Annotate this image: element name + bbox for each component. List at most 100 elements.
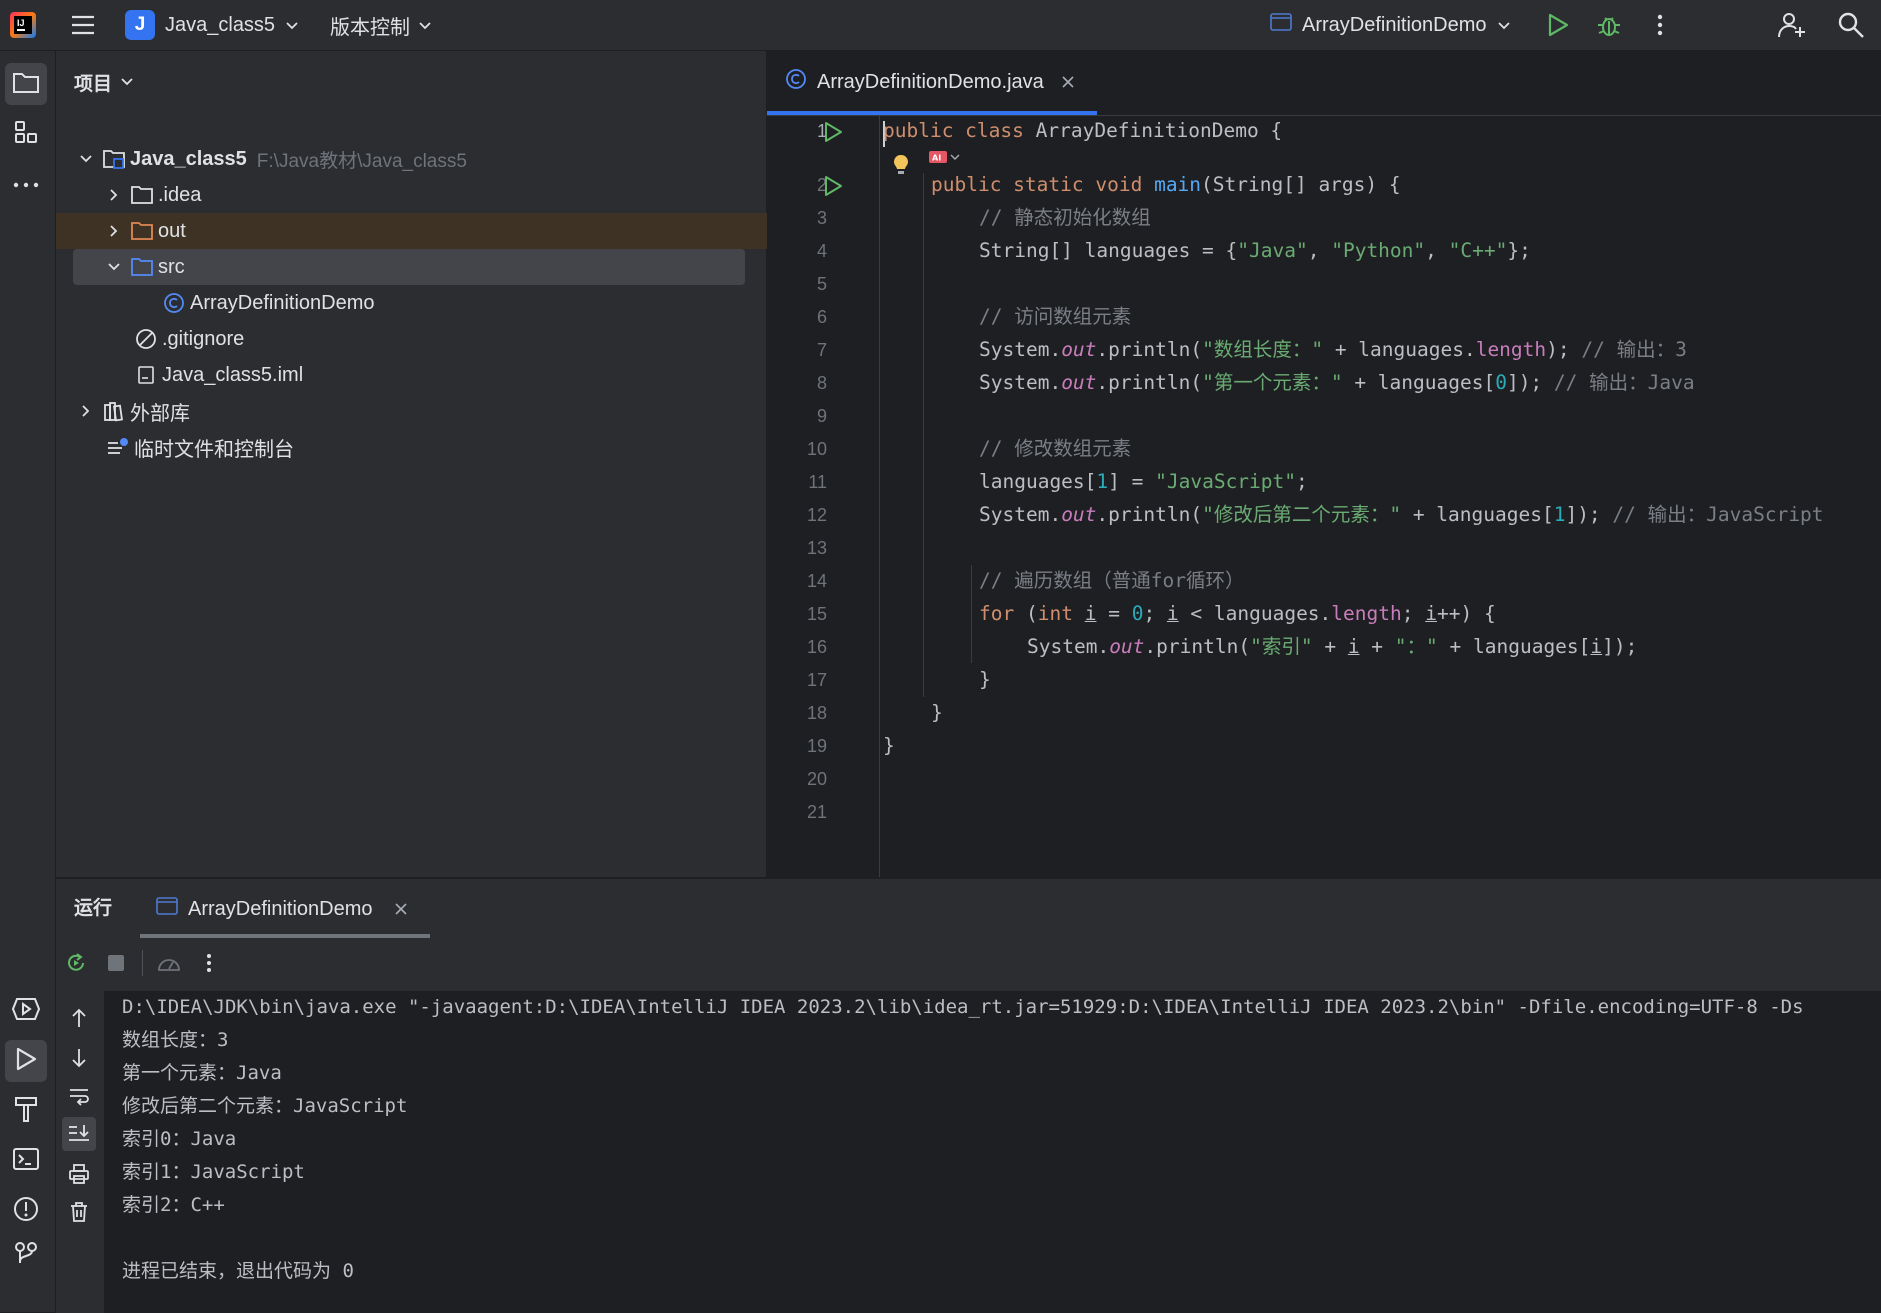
git-tool-button[interactable] — [5, 1240, 47, 1270]
print-icon[interactable] — [62, 1157, 96, 1191]
tree-item-out[interactable]: out — [56, 213, 814, 249]
tree-item-label: 临时文件和控制台 — [134, 438, 294, 461]
line-number: 21 — [806, 802, 827, 822]
run-tab[interactable]: ArrayDefinitionDemo — [156, 883, 407, 935]
arrow-up-icon[interactable] — [62, 1001, 96, 1035]
build-icon — [13, 1095, 39, 1128]
panel-title: 项目 — [74, 73, 113, 95]
code-string: "Java" — [1237, 239, 1308, 262]
stop-icon[interactable] — [96, 943, 136, 983]
terminal-icon — [12, 1147, 40, 1176]
arrow-down-icon[interactable] — [62, 1041, 96, 1075]
tree-item-iml[interactable]: Java_class5.iml — [56, 357, 828, 393]
chevron-down-icon — [418, 14, 432, 37]
run-config-selector[interactable]: ArrayDefinitionDemo — [1270, 0, 1511, 50]
line-number: 14 — [806, 571, 827, 591]
line-number: 7 — [816, 340, 827, 360]
code-line-6: // 访问数组元素 — [979, 301, 1131, 333]
structure-tool-button[interactable] — [5, 113, 47, 155]
svg-text:IJ: IJ — [17, 18, 25, 28]
more-tools-button[interactable] — [5, 163, 47, 205]
more-vertical-icon[interactable] — [1645, 0, 1675, 50]
tree-item-external-libraries[interactable]: 外部库 — [56, 393, 776, 429]
run-icon[interactable] — [1542, 0, 1574, 50]
code-number: 1 — [1096, 470, 1109, 493]
vcs-switcher[interactable]: 版本控制 — [330, 0, 432, 50]
line-number: 12 — [806, 505, 827, 525]
search-icon[interactable] — [1833, 0, 1869, 50]
console-output[interactable]: D:\IDEA\JDK\bin\java.exe "-javaagent:D:\… — [104, 991, 1881, 1313]
source-folder-icon — [130, 255, 154, 279]
project-folder-icon — [102, 147, 126, 171]
console-line: 索引0：Java — [122, 1128, 237, 1150]
console-line: 进程已结束，退出代码为 0 — [122, 1260, 354, 1282]
add-user-icon[interactable] — [1774, 0, 1810, 50]
rerun-icon[interactable] — [56, 943, 96, 983]
more-horizontal-icon — [13, 175, 39, 193]
code-line-2: public static void main(String[] args) { — [931, 169, 1401, 201]
folder-icon — [12, 70, 40, 99]
tree-item-idea[interactable]: .idea — [56, 177, 804, 213]
chevron-right-icon[interactable] — [104, 224, 124, 238]
tree-item-scratches[interactable]: 临时文件和控制台 — [56, 429, 800, 465]
line-number: 9 — [816, 406, 827, 426]
indent-guide — [971, 565, 972, 663]
hamburger-menu-icon[interactable] — [66, 0, 100, 50]
project-panel: 项目 Java_class5 F:\Java教材\Java_class5 .id… — [56, 51, 814, 877]
chevron-down-icon[interactable] — [76, 154, 96, 164]
services-tool-button[interactable] — [5, 990, 47, 1032]
profile-icon[interactable] — [149, 943, 189, 983]
editor-tab-active[interactable]: ArrayDefinitionDemo.java — [785, 51, 1074, 113]
app-logo-icon[interactable]: IJ — [9, 0, 39, 50]
line-number: 1 — [816, 121, 827, 141]
more-vertical-icon[interactable] — [189, 943, 229, 983]
code-token: (String[] args) { — [1201, 173, 1401, 196]
project-view-selector[interactable]: 项目 — [74, 64, 134, 100]
code-line-10: // 修改数组元素 — [979, 433, 1131, 465]
line-number: 10 — [806, 439, 827, 459]
svg-text:AI: AI — [932, 154, 941, 163]
terminal-tool-button[interactable] — [5, 1140, 47, 1182]
console-line: 修改后第二个元素：JavaScript — [122, 1095, 408, 1117]
debug-icon[interactable] — [1593, 0, 1625, 50]
line-number: 18 — [806, 703, 827, 723]
close-icon[interactable] — [394, 898, 407, 921]
tree-item-label: .idea — [158, 183, 202, 206]
run-gutter-icon[interactable] — [823, 175, 843, 202]
structure-icon — [13, 119, 39, 150]
chevron-right-icon[interactable] — [104, 188, 124, 202]
tree-item-src[interactable]: src — [73, 249, 745, 285]
code-string: "修改后第二个元素：" — [1202, 503, 1402, 526]
code-line-18: } — [931, 701, 943, 724]
code-line-11: languages[1] = "JavaScript"; — [979, 470, 1308, 493]
build-tool-button[interactable] — [5, 1090, 47, 1132]
code-token: public static void — [931, 173, 1143, 196]
tree-item-class[interactable]: ArrayDefinitionDemo — [56, 285, 856, 321]
project-switcher[interactable]: J Java_class5 — [125, 0, 299, 50]
tree-item-gitignore[interactable]: .gitignore — [56, 321, 828, 357]
chevron-right-icon[interactable] — [76, 404, 96, 418]
chevron-down-icon[interactable] — [104, 262, 124, 272]
run-tab-label: ArrayDefinitionDemo — [188, 897, 373, 920]
problems-tool-button[interactable] — [5, 1190, 47, 1232]
code-area[interactable]: AI public class ArrayDefinitionDemo { pu… — [883, 115, 1881, 877]
run-gutter-icon[interactable] — [823, 121, 843, 148]
trash-icon[interactable] — [62, 1195, 96, 1229]
scroll-to-end-icon[interactable] — [62, 1117, 96, 1151]
project-tool-button[interactable] — [5, 63, 47, 105]
ai-icon[interactable]: AI — [928, 149, 960, 165]
problems-icon — [12, 1195, 40, 1228]
code-number: 0 — [1495, 371, 1507, 394]
code-line-15: for (int i = 0; i < languages.length; i+… — [979, 602, 1496, 625]
tree-item-project-root[interactable]: Java_class5 F:\Java教材\Java_class5 — [56, 141, 776, 177]
gitignore-icon — [134, 327, 158, 351]
close-icon[interactable] — [1062, 71, 1074, 94]
soft-wrap-icon[interactable] — [62, 1079, 96, 1113]
chevron-down-icon — [285, 14, 299, 37]
line-number: 5 — [816, 274, 827, 294]
run-tab-indicator — [140, 934, 430, 938]
lightbulb-icon[interactable] — [891, 153, 911, 182]
run-config-name: ArrayDefinitionDemo — [1302, 13, 1487, 36]
run-tool-button[interactable] — [5, 1040, 47, 1082]
code-comment: // 遍历数组（普通for循环） — [979, 569, 1245, 592]
